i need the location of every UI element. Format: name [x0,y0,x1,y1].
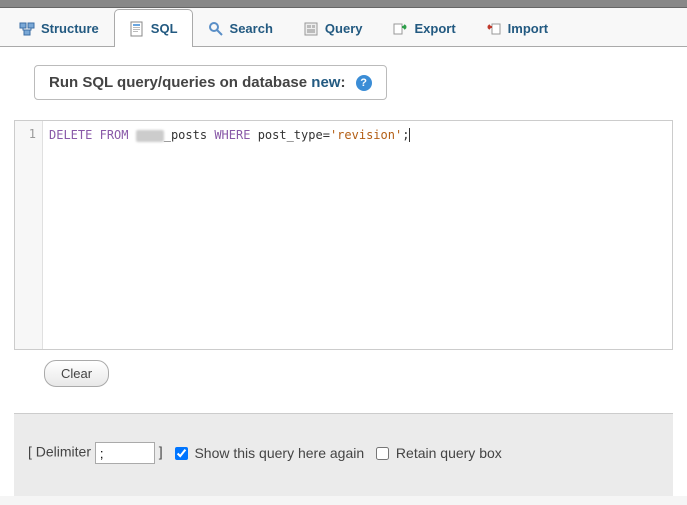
tab-bar: Structure SQL Search Query Export Import [0,8,687,47]
help-icon[interactable]: ? [356,75,372,91]
show-again-checkbox[interactable] [175,447,188,460]
show-again-label: Show this query here again [194,445,364,461]
tab-import[interactable]: Import [471,9,563,47]
window-topbar [0,0,687,8]
tab-label: Import [508,21,548,36]
header-dbname: new [311,74,340,91]
sql-icon [129,21,145,37]
editor-gutter: 1 [15,121,43,349]
redacted-prefix [136,130,164,142]
retain-checkbox[interactable] [376,447,389,460]
tab-label: Search [230,21,273,36]
bottom-panel: [ Delimiter ] Show this query here again… [14,413,673,496]
query-header: Run SQL query/queries on database new: ? [34,65,387,100]
eq: = [323,128,330,142]
delimiter-close: ] [159,444,163,460]
tab-label: Query [325,21,363,36]
tab-sql[interactable]: SQL [114,9,193,48]
tab-structure[interactable]: Structure [4,9,114,47]
structure-icon [19,21,35,37]
delimiter-open: [ Delimiter [28,444,91,460]
header-prefix: Run SQL query/queries on database [49,74,311,91]
clear-row: Clear [14,360,673,387]
import-icon [486,21,502,37]
tab-query[interactable]: Query [288,9,378,47]
line-number: 1 [15,127,36,141]
value: 'revision' [330,128,402,142]
tab-export[interactable]: Export [377,9,470,47]
tab-label: SQL [151,21,178,36]
clear-button[interactable]: Clear [44,360,109,387]
tab-search[interactable]: Search [193,9,288,47]
retain-label: Retain query box [396,445,502,461]
code-area[interactable]: DELETE FROM _posts WHERE post_type='revi… [43,121,672,349]
content-area: Run SQL query/queries on database new: ?… [0,47,687,496]
kw-from: FROM [100,128,129,142]
export-icon [392,21,408,37]
terminator: ; [402,128,410,142]
column: post_type [258,128,323,142]
tab-label: Export [414,21,455,36]
table-suffix: _posts [164,128,207,142]
sql-editor[interactable]: 1 DELETE FROM _posts WHERE post_type='re… [14,120,673,350]
header-suffix: : [340,74,345,91]
kw-where: WHERE [214,128,250,142]
delimiter-input[interactable] [95,442,155,464]
search-icon [208,21,224,37]
kw-delete: DELETE [49,128,92,142]
tab-label: Structure [41,21,99,36]
query-icon [303,21,319,37]
